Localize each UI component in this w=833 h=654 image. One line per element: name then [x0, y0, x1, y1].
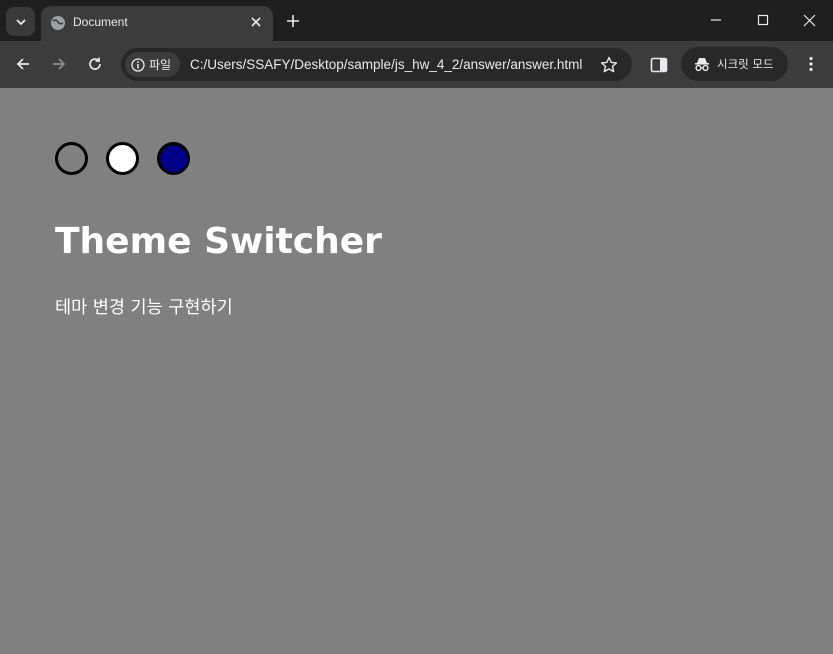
minimize-icon — [711, 19, 721, 21]
theme-button-navy[interactable] — [157, 142, 190, 175]
minimize-button[interactable] — [704, 10, 728, 30]
tab-title: Document — [73, 15, 128, 29]
page-viewport: Theme Switcher 테마 변경 기능 구현하기 — [0, 88, 833, 654]
browser-title-bar: Document — [0, 0, 833, 41]
theme-button-gray[interactable] — [55, 142, 88, 175]
close-icon — [803, 14, 815, 26]
browser-toolbar: 파일 C:/Users/SSAFY/Desktop/sample/js_hw_4… — [0, 41, 833, 88]
chevron-down-icon — [15, 18, 26, 25]
browser-menu-button[interactable] — [800, 53, 822, 75]
reload-icon — [89, 57, 101, 70]
theme-button-white[interactable] — [106, 142, 139, 175]
arrow-left-icon — [16, 58, 29, 70]
site-info-label: 파일 — [149, 58, 172, 72]
url-text[interactable]: C:/Users/SSAFY/Desktop/sample/js_hw_4_2/… — [190, 57, 582, 72]
tab-search-button[interactable] — [6, 7, 35, 36]
globe-icon — [51, 16, 65, 30]
back-button[interactable] — [12, 53, 34, 75]
arrow-right-icon — [53, 58, 66, 70]
info-icon — [131, 57, 145, 72]
maximize-button[interactable] — [751, 10, 775, 30]
new-tab-icon[interactable] — [284, 12, 302, 30]
page-description: 테마 변경 기능 구현하기 — [55, 298, 233, 318]
reload-button[interactable] — [84, 53, 106, 75]
browser-tab-active[interactable]: Document — [41, 6, 273, 41]
maximize-icon — [757, 14, 769, 26]
incognito-indicator[interactable]: 시크릿 모드 — [681, 47, 788, 81]
address-bar[interactable]: 파일 C:/Users/SSAFY/Desktop/sample/js_hw_4… — [121, 48, 632, 81]
more-vertical-icon — [809, 56, 813, 72]
close-window-button[interactable] — [797, 10, 821, 30]
forward-button[interactable] — [48, 53, 70, 75]
bookmark-star-icon[interactable] — [599, 55, 619, 75]
side-panel-icon[interactable] — [648, 54, 670, 76]
close-tab-icon[interactable] — [248, 14, 264, 30]
incognito-icon — [695, 58, 709, 72]
site-info-chip[interactable]: 파일 — [125, 52, 180, 77]
page-title: Theme Switcher — [55, 221, 382, 262]
incognito-label: 시크릿 모드 — [717, 57, 774, 71]
